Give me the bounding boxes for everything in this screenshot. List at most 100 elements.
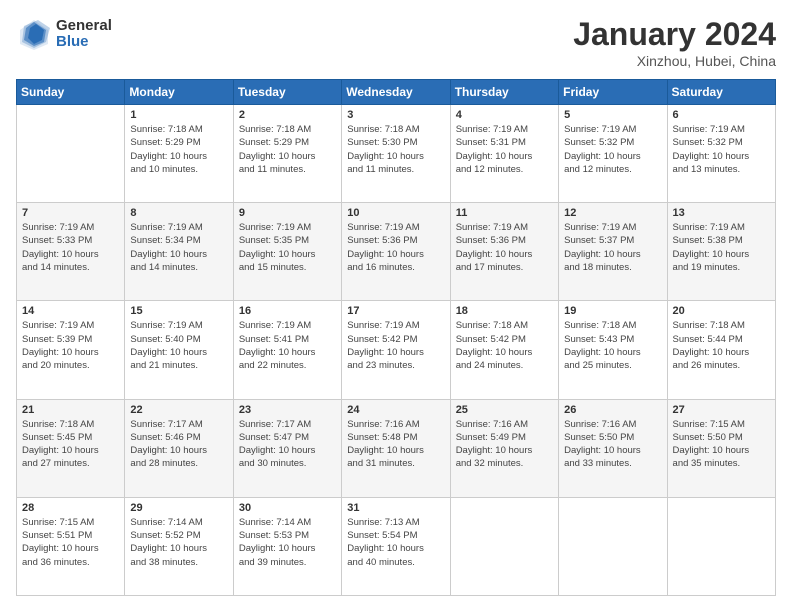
col-tuesday: Tuesday: [233, 80, 341, 105]
day-info: Sunrise: 7:18 AM Sunset: 5:44 PM Dayligh…: [673, 319, 770, 372]
day-number: 17: [347, 305, 444, 317]
day-number: 8: [130, 207, 227, 219]
day-info: Sunrise: 7:18 AM Sunset: 5:42 PM Dayligh…: [456, 319, 553, 372]
table-row: 13 Sunrise: 7:19 AM Sunset: 5:38 PM Dayli…: [667, 203, 775, 301]
day-info: Sunrise: 7:18 AM Sunset: 5:30 PM Dayligh…: [347, 123, 444, 176]
table-row: 4 Sunrise: 7:19 AM Sunset: 5:31 PM Daylig…: [450, 105, 558, 203]
day-number: 6: [673, 109, 770, 121]
day-info: Sunrise: 7:19 AM Sunset: 5:38 PM Dayligh…: [673, 221, 770, 274]
table-row: 17 Sunrise: 7:19 AM Sunset: 5:42 PM Dayli…: [342, 301, 450, 399]
logo-general-text: General: [56, 18, 112, 35]
table-row: 6 Sunrise: 7:19 AM Sunset: 5:32 PM Daylig…: [667, 105, 775, 203]
table-row: 25 Sunrise: 7:16 AM Sunset: 5:49 PM Dayli…: [450, 399, 558, 497]
table-row: 23Sunrise: 7:17 AM Sunset: 5:47 PM Dayli…: [233, 399, 341, 497]
day-number: 30: [239, 502, 336, 514]
day-info: Sunrise: 7:16 AM Sunset: 5:48 PM Dayligh…: [347, 418, 444, 471]
table-row: 16 Sunrise: 7:19 AM Sunset: 5:41 PM Dayli…: [233, 301, 341, 399]
table-row: 15Sunrise: 7:19 AM Sunset: 5:40 PM Dayli…: [125, 301, 233, 399]
calendar-week-row: 21 Sunrise: 7:18 AM Sunset: 5:45 PM Dayli…: [17, 399, 776, 497]
day-info: Sunrise: 7:19 AM Sunset: 5:42 PM Dayligh…: [347, 319, 444, 372]
day-info: Sunrise: 7:15 AM Sunset: 5:50 PM Dayligh…: [673, 418, 770, 471]
day-number: 4: [456, 109, 553, 121]
day-number: 16: [239, 305, 336, 317]
header-row: Sunday Monday Tuesday Wednesday Thursday…: [17, 80, 776, 105]
calendar-table: Sunday Monday Tuesday Wednesday Thursday…: [16, 79, 776, 596]
day-info: Sunrise: 7:19 AM Sunset: 5:33 PM Dayligh…: [22, 221, 119, 274]
table-row: 19Sunrise: 7:18 AM Sunset: 5:43 PM Dayli…: [559, 301, 667, 399]
table-row: 31 Sunrise: 7:13 AM Sunset: 5:54 PM Dayli…: [342, 497, 450, 595]
col-thursday: Thursday: [450, 80, 558, 105]
calendar-week-row: 1 Sunrise: 7:18 AM Sunset: 5:29 PM Daylig…: [17, 105, 776, 203]
day-info: Sunrise: 7:18 AM Sunset: 5:29 PM Dayligh…: [239, 123, 336, 176]
day-number: 2: [239, 109, 336, 121]
day-info: Sunrise: 7:13 AM Sunset: 5:54 PM Dayligh…: [347, 516, 444, 569]
day-info: Sunrise: 7:19 AM Sunset: 5:35 PM Dayligh…: [239, 221, 336, 274]
day-info: Sunrise: 7:18 AM Sunset: 5:29 PM Dayligh…: [130, 123, 227, 176]
day-info: Sunrise: 7:19 AM Sunset: 5:37 PM Dayligh…: [564, 221, 661, 274]
day-number: 13: [673, 207, 770, 219]
table-row: 21 Sunrise: 7:18 AM Sunset: 5:45 PM Dayli…: [17, 399, 125, 497]
table-row: 5 Sunrise: 7:19 AM Sunset: 5:32 PM Daylig…: [559, 105, 667, 203]
table-row: 12 Sunrise: 7:19 AM Sunset: 5:37 PM Dayli…: [559, 203, 667, 301]
day-number: 22: [130, 404, 227, 416]
day-number: 29: [130, 502, 227, 514]
col-wednesday: Wednesday: [342, 80, 450, 105]
table-row: 8 Sunrise: 7:19 AM Sunset: 5:34 PM Daylig…: [125, 203, 233, 301]
day-number: 7: [22, 207, 119, 219]
day-number: 31: [347, 502, 444, 514]
table-row: 20 Sunrise: 7:18 AM Sunset: 5:44 PM Dayli…: [667, 301, 775, 399]
day-number: 21: [22, 404, 119, 416]
day-info: Sunrise: 7:19 AM Sunset: 5:32 PM Dayligh…: [673, 123, 770, 176]
day-info: Sunrise: 7:19 AM Sunset: 5:36 PM Dayligh…: [347, 221, 444, 274]
calendar-title: January 2024: [573, 16, 776, 53]
day-info: Sunrise: 7:19 AM Sunset: 5:40 PM Dayligh…: [130, 319, 227, 372]
table-row: 28Sunrise: 7:15 AM Sunset: 5:51 PM Dayli…: [17, 497, 125, 595]
day-number: 26: [564, 404, 661, 416]
table-row: [667, 497, 775, 595]
day-info: Sunrise: 7:15 AM Sunset: 5:51 PM Dayligh…: [22, 516, 119, 569]
day-number: 1: [130, 109, 227, 121]
calendar-week-row: 7 Sunrise: 7:19 AM Sunset: 5:33 PM Daylig…: [17, 203, 776, 301]
table-row: 7 Sunrise: 7:19 AM Sunset: 5:33 PM Daylig…: [17, 203, 125, 301]
day-info: Sunrise: 7:19 AM Sunset: 5:34 PM Dayligh…: [130, 221, 227, 274]
day-info: Sunrise: 7:19 AM Sunset: 5:41 PM Dayligh…: [239, 319, 336, 372]
table-row: 22 Sunrise: 7:17 AM Sunset: 5:46 PM Dayli…: [125, 399, 233, 497]
day-number: 25: [456, 404, 553, 416]
day-info: Sunrise: 7:17 AM Sunset: 5:46 PM Dayligh…: [130, 418, 227, 471]
table-row: 30Sunrise: 7:14 AM Sunset: 5:53 PM Dayli…: [233, 497, 341, 595]
logo-text: General Blue: [56, 18, 112, 51]
day-info: Sunrise: 7:18 AM Sunset: 5:43 PM Dayligh…: [564, 319, 661, 372]
table-row: 11Sunrise: 7:19 AM Sunset: 5:36 PM Dayli…: [450, 203, 558, 301]
day-number: 12: [564, 207, 661, 219]
day-info: Sunrise: 7:19 AM Sunset: 5:39 PM Dayligh…: [22, 319, 119, 372]
table-row: 29 Sunrise: 7:14 AM Sunset: 5:52 PM Dayli…: [125, 497, 233, 595]
col-friday: Friday: [559, 80, 667, 105]
table-row: 1 Sunrise: 7:18 AM Sunset: 5:29 PM Daylig…: [125, 105, 233, 203]
day-info: Sunrise: 7:14 AM Sunset: 5:52 PM Dayligh…: [130, 516, 227, 569]
day-info: Sunrise: 7:16 AM Sunset: 5:49 PM Dayligh…: [456, 418, 553, 471]
calendar-week-row: 14Sunrise: 7:19 AM Sunset: 5:39 PM Dayli…: [17, 301, 776, 399]
page: General Blue January 2024 Xinzhou, Hubei…: [0, 0, 792, 612]
day-number: 27: [673, 404, 770, 416]
logo-blue-text: Blue: [56, 34, 112, 51]
table-row: 10Sunrise: 7:19 AM Sunset: 5:36 PM Dayli…: [342, 203, 450, 301]
calendar-subtitle: Xinzhou, Hubei, China: [573, 53, 776, 69]
logo-icon: [16, 16, 52, 52]
day-number: 18: [456, 305, 553, 317]
day-info: Sunrise: 7:18 AM Sunset: 5:45 PM Dayligh…: [22, 418, 119, 471]
day-info: Sunrise: 7:19 AM Sunset: 5:32 PM Dayligh…: [564, 123, 661, 176]
col-sunday: Sunday: [17, 80, 125, 105]
table-row: 27 Sunrise: 7:15 AM Sunset: 5:50 PM Dayli…: [667, 399, 775, 497]
day-info: Sunrise: 7:19 AM Sunset: 5:31 PM Dayligh…: [456, 123, 553, 176]
title-block: January 2024 Xinzhou, Hubei, China: [573, 16, 776, 69]
header: General Blue January 2024 Xinzhou, Hubei…: [16, 16, 776, 69]
day-number: 20: [673, 305, 770, 317]
logo: General Blue: [16, 16, 112, 52]
table-row: 2 Sunrise: 7:18 AM Sunset: 5:29 PM Daylig…: [233, 105, 341, 203]
table-row: 14Sunrise: 7:19 AM Sunset: 5:39 PM Dayli…: [17, 301, 125, 399]
calendar-week-row: 28Sunrise: 7:15 AM Sunset: 5:51 PM Dayli…: [17, 497, 776, 595]
day-number: 5: [564, 109, 661, 121]
table-row: 9Sunrise: 7:19 AM Sunset: 5:35 PM Daylig…: [233, 203, 341, 301]
col-monday: Monday: [125, 80, 233, 105]
table-row: 18 Sunrise: 7:18 AM Sunset: 5:42 PM Dayli…: [450, 301, 558, 399]
